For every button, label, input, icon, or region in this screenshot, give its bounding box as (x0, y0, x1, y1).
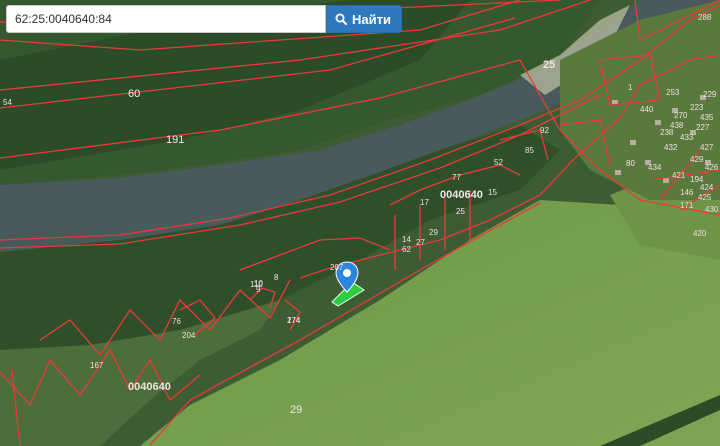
parcel-label-29: 29 (290, 404, 302, 416)
svg-text:191: 191 (166, 134, 184, 146)
svg-text:25: 25 (456, 207, 465, 216)
svg-text:207: 207 (330, 263, 344, 272)
svg-text:223: 223 (690, 103, 704, 112)
svg-text:77: 77 (452, 173, 461, 182)
svg-text:253: 253 (666, 88, 680, 97)
svg-text:426: 426 (705, 163, 719, 172)
svg-text:229: 229 (703, 90, 717, 99)
svg-text:424: 424 (700, 183, 714, 192)
cadastral-map[interactable]: 25 0040640 0040640 60 191 54 1 8 9 10 14… (0, 0, 720, 446)
svg-text:270: 270 (674, 111, 688, 120)
svg-text:54: 54 (3, 98, 12, 107)
svg-text:434: 434 (648, 163, 662, 172)
svg-text:76: 76 (172, 317, 181, 326)
svg-text:427: 427 (700, 143, 714, 152)
svg-text:62: 62 (402, 245, 411, 254)
search-button[interactable]: Найти (326, 5, 402, 33)
svg-text:421: 421 (672, 171, 686, 180)
svg-text:274: 274 (287, 316, 301, 325)
svg-text:227: 227 (696, 123, 710, 132)
search-input[interactable] (6, 5, 326, 33)
svg-text:8: 8 (274, 273, 279, 282)
quarter-label-25: 25 (543, 59, 555, 71)
svg-text:433: 433 (680, 133, 694, 142)
svg-text:1: 1 (628, 83, 633, 92)
svg-text:15: 15 (488, 188, 497, 197)
svg-text:80: 80 (626, 159, 635, 168)
svg-text:204: 204 (182, 331, 196, 340)
svg-text:110: 110 (250, 280, 263, 289)
svg-text:440: 440 (640, 105, 654, 114)
search-button-label: Найти (352, 11, 391, 27)
svg-text:171: 171 (680, 201, 694, 210)
svg-text:29: 29 (429, 228, 438, 237)
svg-text:288: 288 (698, 13, 712, 22)
svg-text:167: 167 (90, 361, 104, 370)
svg-text:14: 14 (402, 235, 411, 244)
svg-text:52: 52 (494, 158, 503, 167)
search-icon (335, 13, 347, 25)
svg-text:432: 432 (664, 143, 678, 152)
svg-text:17: 17 (420, 198, 429, 207)
svg-text:425: 425 (698, 193, 712, 202)
svg-text:85: 85 (525, 146, 534, 155)
quarter-label-lower: 0040640 (128, 381, 171, 393)
svg-text:429: 429 (690, 155, 704, 164)
svg-text:438: 438 (670, 121, 684, 130)
svg-text:420: 420 (693, 229, 707, 238)
quarter-label-upper: 0040640 (440, 189, 483, 201)
svg-text:60: 60 (128, 88, 140, 100)
svg-text:92: 92 (540, 126, 549, 135)
svg-text:435: 435 (700, 113, 714, 122)
svg-text:27: 27 (416, 238, 425, 247)
search-bar: Найти (6, 5, 402, 33)
svg-text:430: 430 (705, 205, 719, 214)
svg-text:146: 146 (680, 188, 694, 197)
